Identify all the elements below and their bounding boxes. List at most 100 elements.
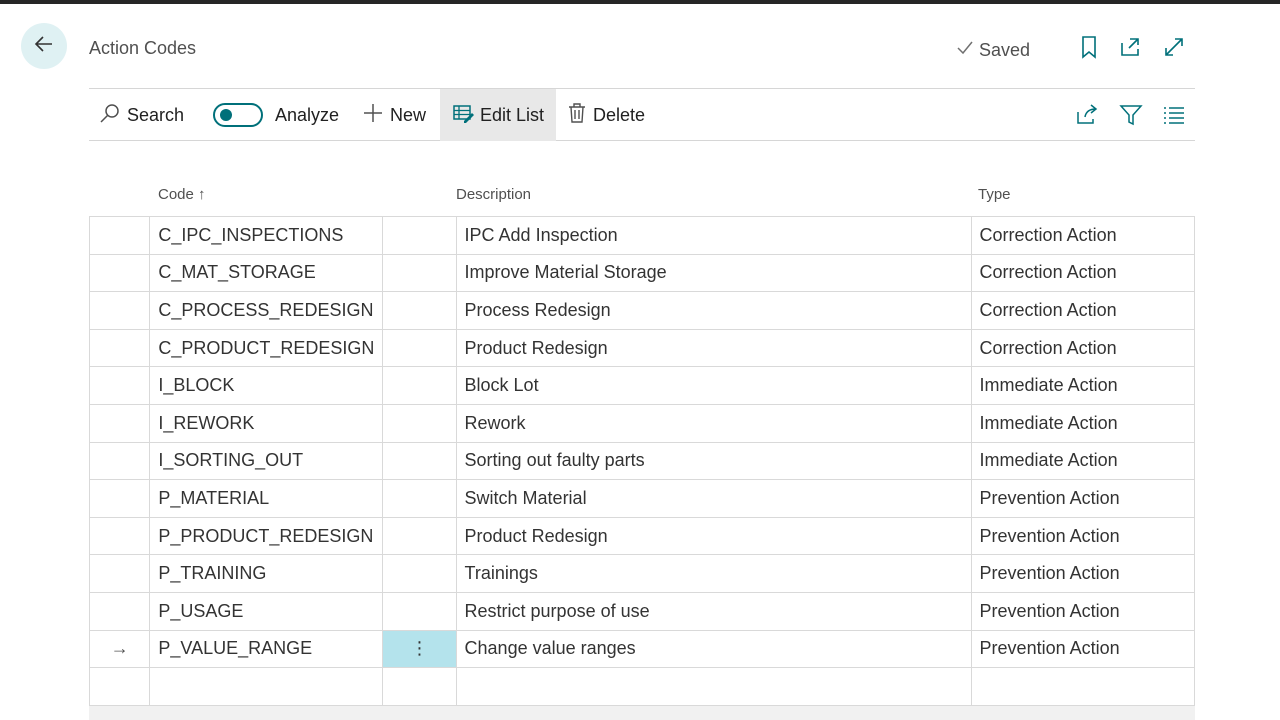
selected-row-arrow-icon[interactable]: → <box>88 629 151 669</box>
type-cell[interactable]: Prevention Action <box>970 554 1196 593</box>
description-cell[interactable]: Block Lot <box>455 366 972 405</box>
row-menu-cell[interactable] <box>382 291 457 330</box>
row-indicator[interactable] <box>88 516 151 556</box>
description-cell[interactable]: Improve Material Storage <box>455 253 972 293</box>
code-cell[interactable]: P_MATERIAL <box>149 479 384 518</box>
search-button[interactable]: Search <box>99 89 184 141</box>
type-cell[interactable]: Prevention Action <box>970 591 1196 631</box>
toggle-switch[interactable] <box>213 103 263 127</box>
type-cell[interactable] <box>970 667 1196 706</box>
column-header-code[interactable]: Code ↑ <box>158 186 206 203</box>
list-footer <box>89 706 1195 720</box>
row-menu-cell[interactable] <box>382 328 457 368</box>
code-cell[interactable]: C_PRODUCT_REDESIGN <box>149 328 384 368</box>
row-indicator[interactable] <box>88 441 151 481</box>
list-view-icon[interactable] <box>1160 101 1188 129</box>
type-cell[interactable]: Correction Action <box>970 253 1196 293</box>
row-indicator[interactable] <box>88 554 151 593</box>
row-indicator[interactable] <box>88 403 151 443</box>
type-cell[interactable]: Correction Action <box>970 291 1196 330</box>
type-cell[interactable]: Immediate Action <box>970 366 1196 405</box>
row-indicator[interactable] <box>88 366 151 405</box>
description-cell[interactable]: Switch Material <box>455 479 972 518</box>
type-cell[interactable]: Immediate Action <box>970 403 1196 443</box>
column-header-description[interactable]: Description <box>456 186 531 203</box>
expand-icon[interactable] <box>1161 34 1187 60</box>
code-cell[interactable]: P_USAGE <box>149 591 384 631</box>
code-cell[interactable]: P_PRODUCT_REDESIGN <box>149 516 384 556</box>
table-row[interactable]: P_MATERIAL Switch Material Prevention Ac… <box>88 479 1196 518</box>
back-button[interactable] <box>21 23 67 69</box>
description-cell[interactable]: Sorting out faulty parts <box>455 441 972 481</box>
row-indicator[interactable] <box>88 591 151 631</box>
code-cell[interactable]: C_PROCESS_REDESIGN <box>149 291 384 330</box>
description-cell[interactable]: Process Redesign <box>455 291 972 330</box>
row-indicator[interactable] <box>88 216 151 255</box>
type-cell[interactable]: Prevention Action <box>970 516 1196 556</box>
row-menu-cell[interactable] <box>382 667 457 706</box>
row-indicator[interactable] <box>88 291 151 330</box>
type-cell[interactable]: Correction Action <box>970 328 1196 368</box>
description-cell[interactable] <box>455 667 972 706</box>
row-menu-cell[interactable] <box>382 479 457 518</box>
description-cell[interactable]: Rework <box>455 403 972 443</box>
bookmark-icon[interactable] <box>1076 34 1102 60</box>
filter-icon[interactable] <box>1117 101 1145 129</box>
row-actions-menu-icon[interactable]: ⋮ <box>382 629 457 669</box>
table-row[interactable]: I_BLOCK Block Lot Immediate Action <box>88 366 1196 405</box>
code-cell[interactable]: P_TRAINING <box>149 554 384 593</box>
row-indicator[interactable] <box>88 667 151 706</box>
code-cell[interactable] <box>149 667 384 706</box>
row-menu-cell[interactable] <box>382 216 457 255</box>
table-row-empty[interactable] <box>88 667 1196 706</box>
row-menu-cell[interactable] <box>382 366 457 405</box>
description-cell[interactable]: IPC Add Inspection <box>455 216 972 255</box>
description-cell[interactable]: Trainings <box>455 554 972 593</box>
delete-button[interactable]: Delete <box>567 89 645 141</box>
row-menu-cell[interactable] <box>382 516 457 556</box>
row-menu-cell[interactable] <box>382 554 457 593</box>
description-cell[interactable]: Change value ranges <box>455 629 972 669</box>
table-row[interactable]: C_IPC_INSPECTIONS IPC Add Inspection Cor… <box>88 216 1196 255</box>
action-bar: Search Analyze New Edit List Delete <box>89 88 1195 141</box>
row-menu-cell[interactable] <box>382 591 457 631</box>
code-cell[interactable]: C_IPC_INSPECTIONS <box>149 216 384 255</box>
edit-list-label: Edit List <box>480 104 545 125</box>
type-cell[interactable]: Immediate Action <box>970 441 1196 481</box>
description-cell[interactable]: Product Redesign <box>455 328 972 368</box>
row-menu-cell[interactable] <box>382 403 457 443</box>
share-icon[interactable] <box>1073 101 1101 129</box>
table-row[interactable]: I_SORTING_OUT Sorting out faulty parts I… <box>88 441 1196 481</box>
type-cell[interactable]: Prevention Action <box>970 479 1196 518</box>
table-row[interactable]: P_PRODUCT_REDESIGN Product Redesign Prev… <box>88 516 1196 556</box>
type-cell[interactable]: Prevention Action <box>970 629 1196 669</box>
table-row[interactable]: P_USAGE Restrict purpose of use Preventi… <box>88 591 1196 631</box>
arrow-left-icon <box>32 32 56 61</box>
type-cell[interactable]: Correction Action <box>970 216 1196 255</box>
table-row[interactable]: P_TRAINING Trainings Prevention Action <box>88 554 1196 593</box>
analyze-toggle[interactable]: Analyze <box>213 89 339 141</box>
description-cell[interactable]: Restrict purpose of use <box>455 591 972 631</box>
code-cell[interactable]: I_REWORK <box>149 403 384 443</box>
row-menu-cell[interactable] <box>382 253 457 293</box>
new-button[interactable]: New <box>362 89 426 141</box>
code-cell[interactable]: I_SORTING_OUT <box>149 441 384 481</box>
row-indicator[interactable] <box>88 479 151 518</box>
row-indicator[interactable] <box>88 328 151 368</box>
open-in-new-window-icon[interactable] <box>1117 34 1143 60</box>
code-cell[interactable]: C_MAT_STORAGE <box>149 253 384 293</box>
row-menu-cell[interactable] <box>382 441 457 481</box>
edit-list-button[interactable]: Edit List <box>440 89 557 141</box>
column-header-type[interactable]: Type <box>978 186 1011 203</box>
row-indicator[interactable] <box>88 253 151 293</box>
code-header-label: Code <box>158 186 194 203</box>
code-cell[interactable]: P_VALUE_RANGE <box>149 629 384 669</box>
table-row[interactable]: C_MAT_STORAGE Improve Material Storage C… <box>88 253 1196 293</box>
table-row[interactable]: C_PRODUCT_REDESIGN Product Redesign Corr… <box>88 328 1196 368</box>
table-row[interactable]: C_PROCESS_REDESIGN Process Redesign Corr… <box>88 291 1196 330</box>
description-cell[interactable]: Product Redesign <box>455 516 972 556</box>
delete-label: Delete <box>593 104 646 125</box>
table-row[interactable]: I_REWORK Rework Immediate Action <box>88 403 1196 443</box>
code-cell[interactable]: I_BLOCK <box>149 366 384 405</box>
table-row-selected[interactable]: → P_VALUE_RANGE ⋮ Change value ranges Pr… <box>88 629 1196 669</box>
